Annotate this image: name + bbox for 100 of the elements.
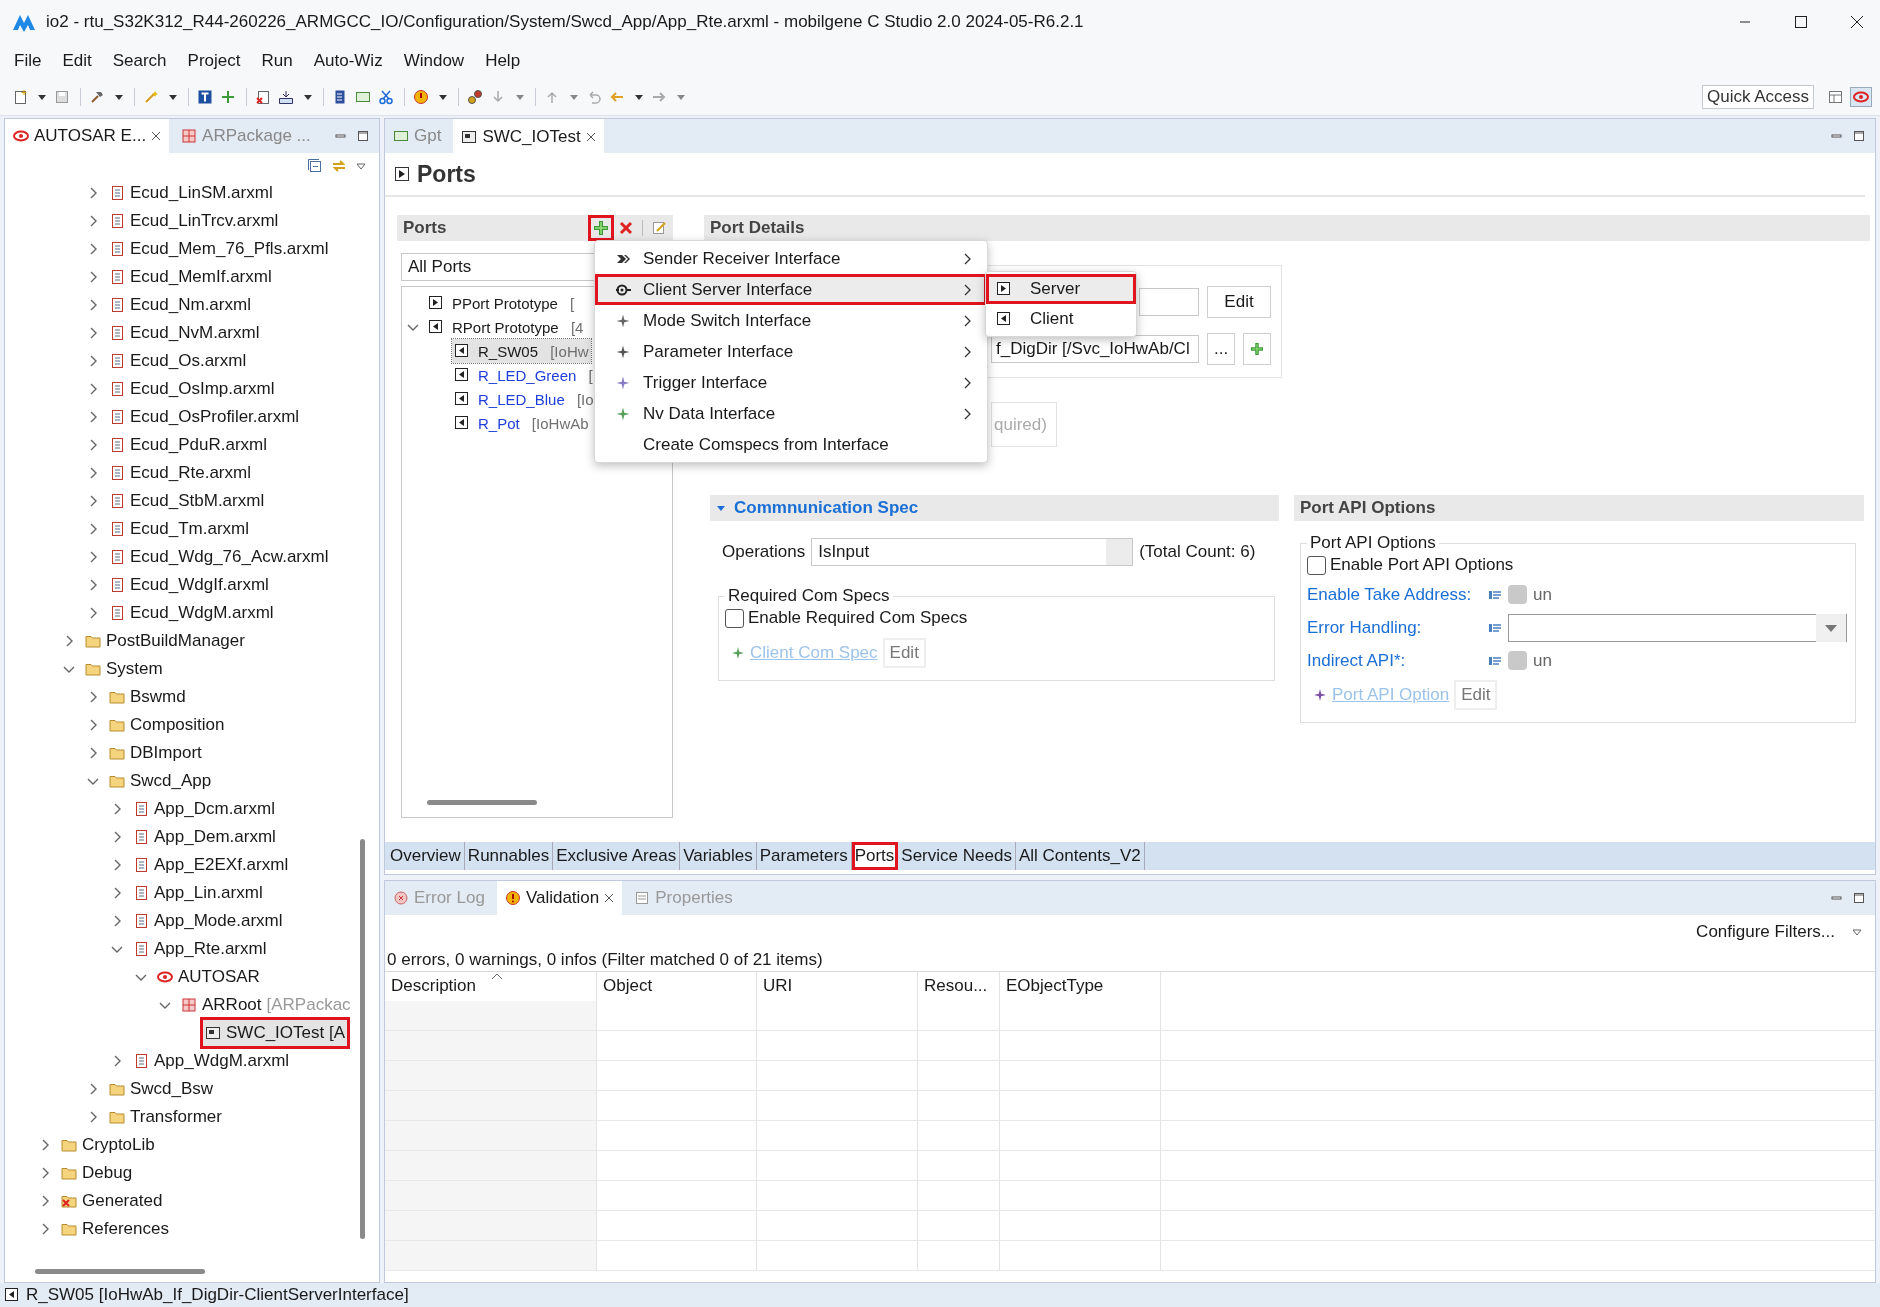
column-header[interactable]: Resou... (918, 972, 1000, 1001)
tree-item[interactable]: Ecud_Os.arxml (107, 348, 249, 374)
scrollbar-thumb[interactable] (427, 800, 537, 805)
port-item[interactable]: R_LED_Green [ (452, 363, 595, 387)
tree-item[interactable]: App_Dcm.arxml (131, 796, 277, 822)
tree-item[interactable]: Debug (59, 1160, 135, 1186)
tree-item[interactable]: Ecud_PduR.arxml (107, 432, 269, 458)
tree-item[interactable]: App_Lin.arxml (131, 880, 265, 906)
warning-icon[interactable] (413, 88, 431, 105)
tree-item[interactable]: CryptoLib (59, 1132, 157, 1158)
scissors-icon[interactable] (378, 88, 396, 105)
tree-item[interactable]: Ecud_Tm.arxml (107, 516, 252, 542)
menu-item[interactable]: Create Comspecs from Interface (595, 429, 987, 460)
view-tab[interactable]: AUTOSAR E... (5, 119, 170, 153)
section-header[interactable]: Commnunication Spec (710, 495, 1279, 521)
tree-item[interactable]: AUTOSAR (155, 964, 262, 990)
tree-item[interactable]: App_Rte.arxml (131, 936, 269, 962)
browse-button[interactable]: ... (1207, 333, 1236, 365)
scrollbar-thumb[interactable] (35, 1269, 205, 1274)
menu-item[interactable]: Client Server Interface (595, 274, 987, 305)
edit-icon[interactable] (651, 220, 667, 236)
toggle[interactable] (1508, 585, 1527, 604)
collapse-all-icon[interactable] (307, 158, 323, 174)
port-item[interactable]: R_Pot [IoHwAb (452, 411, 591, 435)
menu-item[interactable]: Client (986, 304, 1136, 334)
port-item[interactable]: PPort Prototype [ (426, 291, 577, 315)
tray-icon[interactable] (278, 88, 296, 105)
checkbox[interactable]: Enable Port API Options (1307, 555, 1847, 575)
tree-item[interactable]: Ecud_Wdg_76_Acw.arxml (107, 544, 331, 570)
tree-item[interactable]: Ecud_Rte.arxml (107, 460, 253, 486)
tree-item[interactable]: Ecud_LinSM.arxml (107, 180, 275, 206)
quick-access-field[interactable]: Quick Access (1702, 84, 1814, 109)
eye-icon[interactable] (1850, 86, 1872, 107)
menu-item[interactable]: File (14, 51, 42, 71)
collapse-triangle-icon[interactable] (716, 503, 726, 513)
tree-item[interactable]: Bswmd (107, 684, 188, 710)
tree-item[interactable]: Ecud_MemIf.arxml (107, 264, 274, 290)
tree-item[interactable]: App_E2EXf.arxml (131, 852, 291, 878)
tree-item[interactable]: Swcd_Bsw (107, 1076, 216, 1102)
tree-item[interactable]: Ecud_NvM.arxml (107, 320, 262, 346)
page-tab[interactable]: Overview (387, 842, 465, 870)
tree-item[interactable]: DBImport (107, 740, 204, 766)
tree-item[interactable]: Generated (59, 1188, 165, 1214)
page-tab[interactable]: Parameters (756, 842, 852, 870)
menu-item[interactable]: Trigger Interface (595, 367, 987, 398)
page-tab[interactable]: Variables (680, 842, 757, 870)
column-header[interactable]: Object (597, 972, 757, 1001)
editor-tab[interactable]: SWC_IOTest (453, 119, 604, 153)
edit-button[interactable]: Edit (1454, 680, 1498, 710)
perspective-icon[interactable] (1827, 88, 1845, 105)
column-header[interactable]: URI (757, 972, 918, 1001)
tree-item[interactable]: Ecud_LinTrcv.arxml (107, 208, 281, 234)
tree-item[interactable]: App_WdgM.arxml (131, 1048, 292, 1074)
tree-item[interactable]: Ecud_Nm.arxml (107, 292, 253, 318)
maximize-icon[interactable] (1853, 892, 1865, 904)
menu-item[interactable]: Search (112, 51, 167, 71)
menu-item[interactable]: Run (261, 51, 293, 71)
menu-item[interactable]: Parameter Interface (595, 336, 987, 367)
tree-item[interactable]: Ecud_Mem_76_Pfls.arxml (107, 236, 331, 262)
checkbox[interactable]: Enable Required Com Specs (725, 608, 1266, 628)
tree-item[interactable]: Ecud_OsImp.arxml (107, 376, 277, 402)
column-header[interactable]: EObjectType (1000, 972, 1161, 1001)
tree-item[interactable]: References (59, 1216, 171, 1242)
tree-item[interactable]: Swcd_App (107, 768, 214, 794)
tree-item[interactable]: Ecud_WdgM.arxml (107, 600, 276, 626)
page-tab[interactable]: Exclusive Areas (553, 842, 681, 870)
view-tab[interactable]: Validation (496, 881, 623, 915)
add-button[interactable] (1243, 333, 1272, 365)
edit-button[interactable]: Edit (1207, 286, 1271, 318)
menu-item[interactable]: Nv Data Interface (595, 398, 987, 429)
menu-item[interactable]: Mode Switch Interface (595, 305, 987, 336)
text-field[interactable] (1139, 288, 1199, 316)
edit-button[interactable]: Edit (882, 638, 926, 668)
tree-item[interactable]: ARRoot [ARPackac (179, 992, 353, 1018)
menu-item[interactable]: Help (485, 51, 521, 71)
tree-item[interactable]: Ecud_StbM.arxml (107, 488, 267, 514)
port-item[interactable]: R_LED_Blue [Io (452, 387, 596, 411)
tree-item[interactable]: Transformer (107, 1104, 224, 1130)
maximize-icon[interactable] (1853, 130, 1865, 142)
page-tab[interactable]: Service Needs (898, 842, 1016, 870)
tree-item[interactable]: PostBuildManager (83, 628, 247, 654)
text-box-icon[interactable] (197, 88, 215, 105)
menu-item[interactable]: Auto-Wiz (313, 51, 383, 71)
view-menu-icon[interactable] (355, 160, 367, 172)
port-item[interactable]: RPort Prototype [4 (426, 315, 586, 339)
maximize-icon[interactable] (357, 130, 369, 142)
tree-item[interactable]: Composition (107, 712, 227, 738)
close-icon[interactable] (604, 893, 615, 903)
menu-item[interactable]: Edit (62, 51, 92, 71)
page-tab[interactable]: Runnables (464, 842, 554, 870)
view-menu-icon[interactable] (1851, 926, 1863, 938)
menu-item[interactable]: Server (986, 274, 1136, 304)
interface-field[interactable]: f_DigDir [/Svc_IoHwAb/Cl (991, 335, 1199, 363)
port-item[interactable]: R_SW05 [IoHw (452, 339, 591, 363)
tree-item[interactable]: SWC_IOTest [A (203, 1020, 348, 1046)
page-tab[interactable]: Ports (851, 842, 899, 870)
close-icon[interactable] (151, 131, 162, 141)
tree-item[interactable]: App_Mode.arxml (131, 908, 285, 934)
menu-item[interactable]: Window (403, 51, 465, 71)
delete-icon[interactable] (618, 220, 634, 236)
